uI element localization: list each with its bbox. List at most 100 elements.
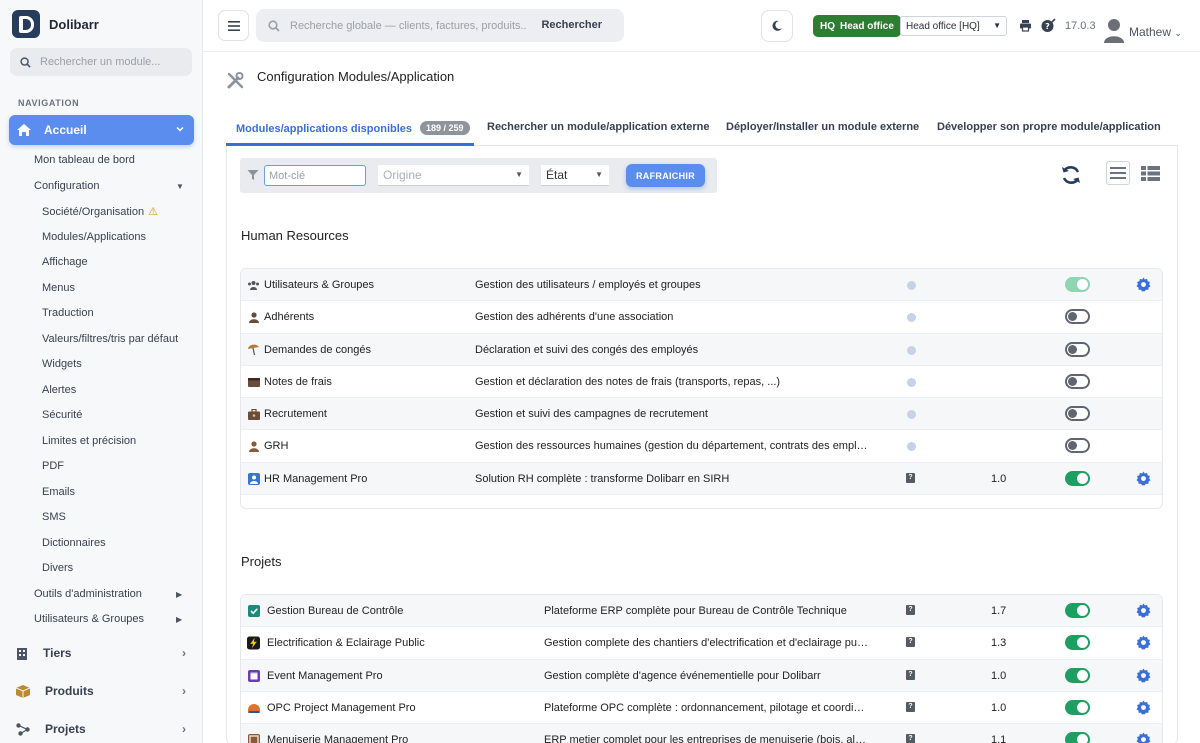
tab-search-external[interactable]: Rechercher un module/application externe — [487, 121, 710, 133]
info-icon[interactable] — [907, 313, 916, 323]
list-view-button[interactable] — [1106, 161, 1130, 185]
global-search-button[interactable]: Rechercher — [541, 19, 602, 31]
gear-icon[interactable] — [1136, 277, 1151, 292]
sidebar-item-accueil[interactable]: Accueil — [9, 115, 194, 145]
module-toggle[interactable] — [1065, 406, 1090, 422]
sidebar-subitem-label: Sécurité — [42, 409, 83, 421]
module-name: Gestion Bureau de Contrôle — [267, 605, 404, 617]
info-icon[interactable] — [907, 345, 916, 355]
module-description: Gestion et suivi des campagnes de recrut… — [475, 408, 708, 421]
page-title: Configuration Modules/Application — [257, 69, 455, 84]
caret-right-icon[interactable]: ▶ — [176, 590, 182, 599]
user-name: Mathew — [1129, 25, 1172, 39]
sidebar-subitem[interactable]: Limites et précision — [42, 435, 136, 447]
module-toggle[interactable] — [1065, 438, 1090, 454]
sidebar-subitem[interactable]: Dictionnaires — [42, 537, 106, 549]
svg-text:?: ? — [1045, 22, 1050, 31]
info-icon[interactable] — [907, 442, 916, 452]
gear-icon[interactable] — [1136, 732, 1151, 743]
module-name: Notes de frais — [264, 375, 332, 388]
module-toggle[interactable] — [1065, 635, 1090, 651]
tab-available-modules[interactable]: Modules/applications disponibles 189 / 25… — [236, 121, 470, 135]
module-toggle[interactable] — [1065, 699, 1090, 715]
sidebar-subitem[interactable]: SMS — [42, 511, 66, 523]
sidebar-subitem[interactable]: Divers — [42, 562, 73, 574]
help-icon[interactable]: ? — [906, 701, 915, 712]
module-toggle[interactable] — [1065, 341, 1090, 357]
menu-toggle-button[interactable] — [218, 10, 249, 41]
sidebar-subitem[interactable]: Outils d'administration — [34, 588, 142, 600]
sidebar-subitem[interactable]: Mon tableau de bord — [34, 154, 135, 166]
module-search-input[interactable] — [40, 56, 180, 68]
sidebar-subitem[interactable]: Emails — [42, 486, 75, 498]
brand[interactable]: Dolibarr — [12, 9, 99, 39]
sidebar-subitem[interactable]: Sécurité — [42, 409, 82, 421]
avatar[interactable] — [1103, 17, 1125, 43]
sidebar-item-projets[interactable]: Projets › — [16, 718, 192, 740]
sidebar-subitem-label: Mon tableau de bord — [34, 154, 135, 166]
gear-icon[interactable] — [1136, 700, 1151, 715]
sidebar-subitem-label: Traduction — [42, 307, 94, 319]
sidebar-subitem[interactable]: Valeurs/filtres/tris par défaut — [42, 333, 178, 345]
sidebar-subitem[interactable]: PDF — [42, 460, 64, 472]
gear-icon[interactable] — [1136, 471, 1151, 486]
module-toggle[interactable] — [1065, 667, 1090, 683]
toggle-knob — [1068, 376, 1077, 386]
wallet-icon — [247, 376, 260, 388]
sidebar-subitem[interactable]: Configuration — [34, 180, 99, 192]
sidebar-subitem[interactable]: Modules/Applications — [42, 231, 146, 243]
info-icon[interactable] — [907, 410, 916, 420]
help-icon[interactable]: ? — [906, 669, 915, 680]
module-version: 1.0 — [991, 669, 1007, 682]
sidebar-subitem[interactable]: Widgets — [42, 358, 82, 370]
sidebar-subitem[interactable]: Alertes — [42, 384, 76, 396]
help-icon[interactable]: ? — [906, 472, 915, 483]
sidebar-item-label: Produits — [45, 684, 94, 698]
module-description: Plateforme OPC complète : ordonnancement… — [544, 701, 869, 714]
gear-icon[interactable] — [1136, 668, 1151, 683]
user-menu[interactable]: Mathew ⌄ — [1129, 25, 1182, 39]
entity-select-value: Head office [HQ] — [906, 20, 980, 32]
sidebar-item-produits[interactable]: Produits › — [16, 680, 192, 702]
module-toggle[interactable] — [1065, 309, 1090, 325]
toggle-knob — [1077, 472, 1088, 484]
section-title: Projets — [241, 554, 282, 569]
grid-view-icon[interactable] — [1141, 166, 1160, 181]
tab-develop-module[interactable]: Développer son propre module/application — [937, 121, 1161, 133]
entity-select[interactable]: Head office [HQ] ▼ — [900, 16, 1007, 36]
origin-select[interactable]: Origine ▼ — [378, 165, 529, 186]
refresh-button[interactable]: RAFRAICHIR — [626, 164, 705, 187]
module-toggle[interactable] — [1065, 470, 1090, 486]
toggle-knob — [1068, 409, 1077, 419]
entity-name: Head office — [840, 20, 894, 32]
sidebar-subitem[interactable]: Menus — [42, 282, 75, 294]
global-search-input[interactable] — [290, 19, 526, 32]
help-icon[interactable]: ? — [1041, 18, 1057, 33]
sidebar-subitem[interactable]: Société/Organisation ⚠ — [42, 205, 158, 218]
sidebar-subitem[interactable]: Affichage — [42, 256, 88, 268]
sidebar-subitem-label: Menus — [42, 282, 76, 294]
tab-deploy-external[interactable]: Déployer/Installer un module externe — [726, 121, 919, 133]
help-icon[interactable]: ? — [906, 605, 915, 615]
module-toggle[interactable] — [1065, 732, 1090, 743]
refresh-icon[interactable] — [1060, 164, 1082, 186]
gear-icon[interactable] — [1136, 603, 1151, 618]
info-icon[interactable] — [907, 377, 916, 387]
sidebar-subitem[interactable]: Utilisateurs & Groupes — [34, 613, 144, 625]
caret-right-icon[interactable]: ▶ — [176, 615, 182, 624]
help-icon[interactable]: ? — [906, 637, 915, 648]
gear-icon[interactable] — [1136, 635, 1151, 650]
help-icon[interactable]: ? — [906, 734, 915, 743]
module-toggle[interactable] — [1065, 603, 1090, 618]
sidebar-item-tiers[interactable]: Tiers › — [16, 642, 192, 664]
dark-mode-button[interactable] — [761, 10, 793, 42]
module-name: HR Management Pro — [264, 472, 368, 485]
sidebar-subitem[interactable]: Traduction — [42, 307, 94, 319]
warning-icon: ⚠ — [148, 206, 158, 218]
info-icon[interactable] — [907, 281, 916, 290]
caret-down-icon[interactable]: ▼ — [176, 182, 184, 191]
state-select[interactable]: État ▼ — [541, 165, 609, 186]
module-toggle[interactable] — [1065, 373, 1090, 389]
printer-icon[interactable] — [1019, 19, 1032, 32]
keyword-input[interactable] — [264, 165, 366, 186]
